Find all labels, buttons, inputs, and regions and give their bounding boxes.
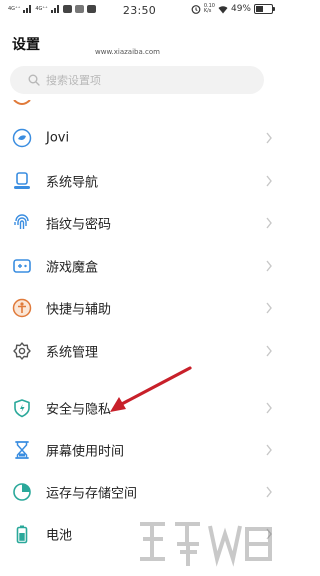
storage-icon [13,483,31,501]
page-title: 设置 [12,37,40,53]
game-box-icon [13,259,31,273]
chevron-right-icon [266,217,272,229]
search-icon [28,74,40,86]
settings-item-label: 安全与隐私 [46,402,112,418]
chevron-right-icon [266,175,272,187]
chevron-right-icon [266,302,272,314]
chevron-right-icon [266,260,272,272]
section-divider [0,366,279,376]
settings-item-label: 电池 [46,528,73,544]
battery-status-icon [254,4,275,14]
battery-fill [256,6,264,12]
navigation-icon [14,172,30,189]
battery-percent: 49% [230,4,251,14]
search-placeholder: 搜索设置项 [46,74,101,87]
chevron-right-icon [266,444,272,456]
gear-icon [13,342,31,360]
settings-item-label: Jovi [46,130,70,146]
settings-item-game-box[interactable]: 游戏魔盒 [0,245,279,287]
partial-row-icon [13,100,31,105]
settings-item-screen-time[interactable]: 屏幕使用时间 [0,429,279,471]
chevron-right-icon [266,345,272,357]
battery-icon [16,525,28,544]
jovi-icon [12,128,32,148]
settings-item-label: 指纹与密码 [46,217,112,233]
status-right: 0.10 K/s 49% [191,4,275,14]
settings-item-system-navigation[interactable]: 系统导航 [0,160,279,202]
chevron-right-icon [266,402,272,414]
alarm-icon [191,5,201,14]
settings-item-memory-storage[interactable]: 运存与存储空间 [0,471,279,513]
settings-item-jovi[interactable]: Jovi [0,117,279,159]
settings-item-shortcuts-accessibility[interactable]: 快捷与辅助 [0,287,279,329]
settings-item-fingerprint-password[interactable]: 指纹与密码 [0,202,279,244]
settings-item-label: 系统管理 [46,345,99,361]
shield-icon [14,399,30,418]
search-input[interactable]: 搜索设置项 [10,66,264,94]
settings-item-security-privacy[interactable]: 安全与隐私 [0,387,279,429]
wifi-icon [218,5,228,13]
settings-item-label: 屏幕使用时间 [46,444,125,460]
settings-item-label: 游戏魔盒 [46,260,99,276]
settings-item-label: 系统导航 [46,175,99,191]
settings-item-label: 快捷与辅助 [46,302,112,318]
accessibility-icon [12,298,32,318]
fingerprint-icon [14,214,29,229]
network-speed-unit: K/s [203,8,212,14]
network-speed: 0.10 K/s [204,4,215,14]
chevron-right-icon [266,486,272,498]
watermark-text: www.xiazaiba.com [95,48,160,56]
watermark-logo [140,522,272,567]
settings-item-label: 运存与存储空间 [46,486,138,502]
status-bar: 4G⁺⁺ 4G⁺⁺ 23:50 0.10 K/s 49% [0,0,279,22]
hourglass-icon [15,441,29,459]
chevron-right-icon [266,132,272,144]
